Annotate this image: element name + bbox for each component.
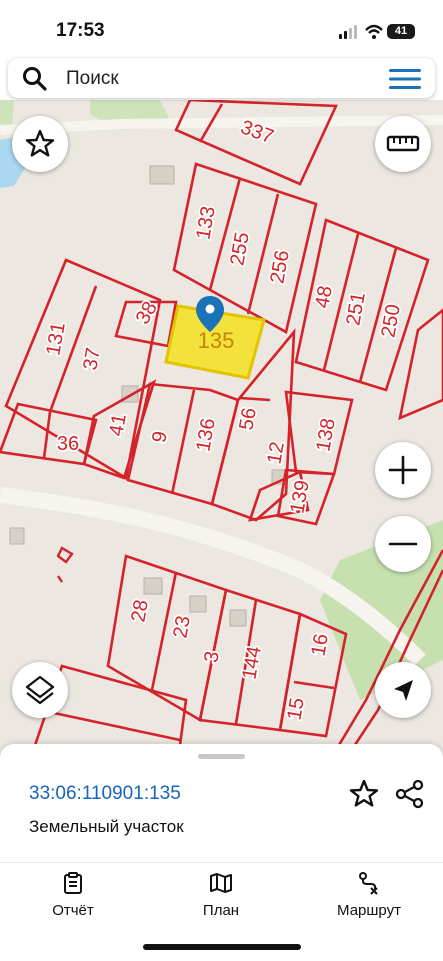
- parcel-label: 255: [226, 231, 253, 268]
- nav-plan[interactable]: План: [166, 871, 276, 919]
- parcel-label: 144: [238, 645, 265, 682]
- nav-report-label: Отчёт: [52, 902, 94, 919]
- parcel-boundary: [57, 575, 63, 583]
- nav-route-label: Маршрут: [337, 902, 401, 919]
- home-indicator: [143, 944, 301, 950]
- map-canvas[interactable]: 337 133 255 256 48 251 250 38 135 131 37…: [0, 100, 443, 760]
- parcel-label: 16: [307, 632, 333, 658]
- favorite-button[interactable]: [12, 116, 68, 172]
- zoom-in-button[interactable]: [375, 442, 431, 498]
- search-bar[interactable]: [8, 58, 435, 98]
- search-icon: [23, 67, 47, 91]
- ruler-icon: [386, 135, 420, 152]
- parcel-label: 250: [377, 303, 404, 340]
- parcel-label: 251: [342, 291, 369, 328]
- nav-route[interactable]: Маршрут: [314, 871, 424, 919]
- zoom-out-button[interactable]: [375, 516, 431, 572]
- parcel-label: 256: [266, 249, 293, 286]
- cadastral-map[interactable]: 337 133 255 256 48 251 250 38 135 131 37…: [0, 100, 443, 760]
- cadastral-number[interactable]: 33:06:110901:135: [29, 783, 181, 805]
- parcel-label: 41: [105, 412, 131, 438]
- nav-plan-label: План: [202, 902, 240, 919]
- plus-icon: [388, 455, 418, 485]
- parcel-label: 138: [312, 417, 339, 454]
- status-time: 17:53: [56, 20, 105, 41]
- building: [9, 527, 25, 545]
- parcel-label: 139: [286, 479, 313, 516]
- minus-icon: [388, 542, 418, 546]
- battery-indicator: 41: [387, 24, 415, 39]
- sheet-drag-handle[interactable]: [198, 754, 245, 759]
- star-icon[interactable]: [348, 778, 380, 810]
- parcel-label: 131: [42, 321, 69, 358]
- parcel-boundary: [56, 546, 74, 564]
- parcel-label: 136: [192, 417, 219, 454]
- map-icon: [210, 873, 232, 893]
- building: [189, 595, 207, 613]
- parcel-label: 23: [169, 614, 195, 640]
- parcel-label: 48: [311, 284, 337, 310]
- selected-parcel-label: 135: [198, 328, 235, 353]
- hamburger-menu-icon[interactable]: [389, 67, 421, 91]
- navigation-arrow-icon: [394, 680, 413, 701]
- parcel-label: 12: [263, 440, 289, 466]
- nav-report[interactable]: Отчёт: [18, 871, 128, 919]
- search-input[interactable]: [64, 66, 368, 92]
- building: [149, 165, 175, 185]
- route-icon: [359, 872, 378, 895]
- parcel-label: 36: [57, 433, 79, 455]
- parcel-info-sheet[interactable]: 33:06:110901:135 Земельный участок: [0, 744, 443, 862]
- status-icons: 41: [295, 22, 415, 44]
- building: [143, 577, 163, 595]
- ruler-button[interactable]: [375, 116, 431, 172]
- building: [229, 609, 247, 627]
- clipboard-icon: [64, 872, 82, 894]
- parcel-label: 15: [283, 696, 309, 722]
- star-icon: [25, 129, 55, 157]
- layers-button[interactable]: [12, 662, 68, 718]
- parcel-label: 133: [192, 205, 219, 242]
- parcel-label: 28: [127, 598, 153, 624]
- parcel-label: 9: [148, 430, 172, 445]
- parcel-label: 3: [200, 650, 224, 665]
- share-icon[interactable]: [394, 778, 426, 810]
- parcel-type: Земельный участок: [29, 817, 184, 836]
- parcel-label: 37: [79, 346, 105, 372]
- parcel-label: 56: [235, 406, 261, 432]
- layers-icon: [25, 675, 55, 705]
- status-bar: 17:53 41: [0, 0, 443, 58]
- my-location-button[interactable]: [375, 662, 431, 718]
